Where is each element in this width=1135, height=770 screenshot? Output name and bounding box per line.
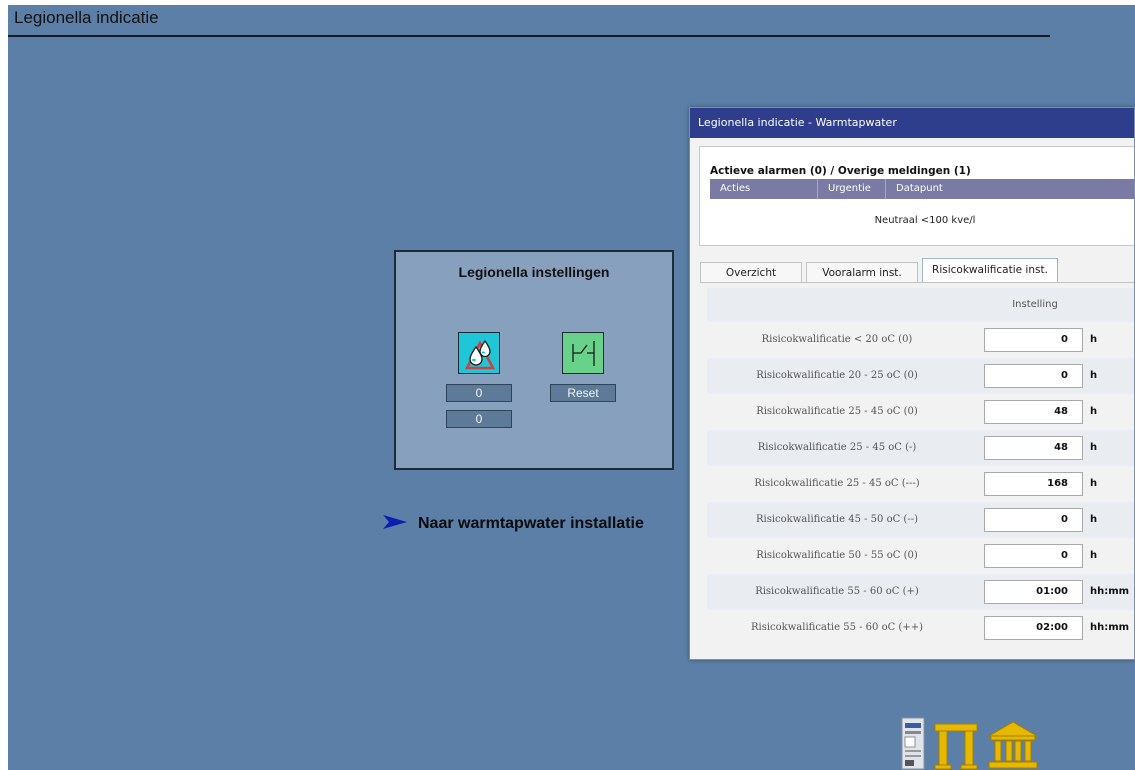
warmtapwater-dialog: Legionella indicatie - Warmtapwater Acti… [689, 107, 1135, 660]
alarms-table-header: Acties Urgentie Datapunt [710, 179, 1134, 199]
alarm-message[interactable]: Neutraal <100 kve/l [710, 215, 1134, 226]
table-row: Risicokwalificatie 20 - 25 oC (0) 0 h [707, 358, 1134, 394]
risk-value-input[interactable]: 01:00 [984, 580, 1083, 604]
table-row: Risicokwalificatie 55 - 60 oC (+) 01:00 … [707, 574, 1134, 610]
risk-value-input[interactable]: 02:00 [984, 616, 1083, 640]
water-drops-icon[interactable] [458, 332, 500, 374]
switch-icon[interactable] [562, 332, 604, 374]
column-header-acties[interactable]: Acties [710, 179, 818, 199]
risk-label: Risicokwalificatie 55 - 60 oC (++) [751, 622, 923, 633]
risk-value-input[interactable]: 0 [984, 364, 1083, 388]
risk-unit: h [1090, 370, 1098, 381]
legionella-risk-value: 0 [446, 410, 512, 428]
risk-label: Risicokwalificatie 55 - 60 oC (+) [755, 586, 919, 597]
tab-risicokwalificatie[interactable]: Risicokwalificatie inst. [922, 258, 1058, 282]
app-canvas: Legionella indicatie Legionella instelli… [8, 5, 1135, 770]
risk-label: Risicokwalificatie 45 - 50 oC (--) [756, 514, 918, 525]
risk-value-input[interactable]: 0 [984, 508, 1083, 532]
table-row: Risicokwalificatie 25 - 45 oC (0) 48 h [707, 394, 1134, 430]
tab-vooralarm[interactable]: Vooralarm inst. [806, 262, 918, 282]
table-header: Instelling [707, 288, 1134, 322]
risk-unit: h [1090, 334, 1098, 345]
title-divider [8, 35, 1050, 37]
risk-unit: h [1090, 514, 1098, 525]
table-row: Risicokwalificatie 25 - 45 oC (-) 48 h [707, 430, 1134, 466]
tab-divider [700, 282, 1134, 283]
dialog-title[interactable]: Legionella indicatie - Warmtapwater [690, 108, 1134, 138]
risk-value-input[interactable]: 168 [984, 472, 1083, 496]
table-row: Risicokwalificatie 50 - 55 oC (0) 0 h [707, 538, 1134, 574]
alarms-box: Actieve alarmen (0) / Overige meldingen … [699, 146, 1134, 246]
settings-title: Legionella instellingen [458, 264, 610, 280]
column-header-urgentie[interactable]: Urgentie [818, 179, 886, 199]
table-row: Risicokwalificatie < 20 oC (0) 0 h [707, 322, 1134, 358]
page-title: Legionella indicatie [14, 8, 159, 27]
risk-unit: h [1090, 442, 1098, 453]
risk-label: Risicokwalificatie 25 - 45 oC (---) [754, 478, 920, 489]
risk-label: Risicokwalificatie 50 - 55 oC (0) [756, 550, 918, 561]
risk-settings-table: Instelling Risicokwalificatie < 20 oC (0… [707, 288, 1134, 646]
risk-label: Risicokwalificatie 20 - 25 oC (0) [756, 370, 918, 381]
gateway-icon[interactable] [933, 722, 979, 770]
table-row: Risicokwalificatie 25 - 45 oC (---) 168 … [707, 466, 1134, 502]
risk-label: Risicokwalificatie 25 - 45 oC (0) [756, 406, 918, 417]
risk-label: Risicokwalificatie 25 - 45 oC (-) [757, 442, 917, 453]
table-row: Risicokwalificatie 45 - 50 oC (--) 0 h [707, 502, 1134, 538]
risk-value-input[interactable]: 48 [984, 436, 1083, 460]
risk-label: Risicokwalificatie < 20 oC (0) [761, 334, 913, 345]
risk-value-input[interactable]: 0 [984, 328, 1083, 352]
legionella-counter-value: 0 [446, 384, 512, 402]
risk-unit: h [1090, 406, 1098, 417]
arrow-right-icon [382, 514, 408, 534]
tab-overzicht[interactable]: Overzicht [700, 262, 802, 282]
risk-unit: h [1090, 478, 1098, 489]
settings-panel: Legionella instellingen 0 0 Reset [394, 250, 674, 470]
risk-value-input[interactable]: 48 [984, 400, 1083, 424]
warmtapwater-link-label: Naar warmtapwater installatie [418, 515, 644, 532]
warmtapwater-link[interactable]: Naar warmtapwater installatie [382, 514, 644, 534]
risk-value-input[interactable]: 0 [984, 544, 1083, 568]
bottom-nav-icons [901, 717, 1041, 770]
column-header-datapunt[interactable]: Datapunt [886, 179, 1134, 199]
alarms-title: Actieve alarmen (0) / Overige meldingen … [710, 165, 971, 177]
reset-button[interactable]: Reset [550, 384, 616, 402]
device-panel-icon[interactable] [901, 717, 925, 770]
column-header-instelling: Instelling [1012, 299, 1058, 310]
table-row: Risicokwalificatie 55 - 60 oC (++) 02:00… [707, 610, 1134, 646]
risk-unit: hh:mm [1090, 586, 1130, 597]
building-icon[interactable] [987, 720, 1039, 770]
risk-unit: h [1090, 550, 1098, 561]
dialog-body: Actieve alarmen (0) / Overige meldingen … [690, 138, 1134, 659]
dialog-tabs: Overzicht Vooralarm inst. Risicokwalific… [700, 258, 1134, 282]
risk-unit: hh:mm [1090, 622, 1130, 633]
